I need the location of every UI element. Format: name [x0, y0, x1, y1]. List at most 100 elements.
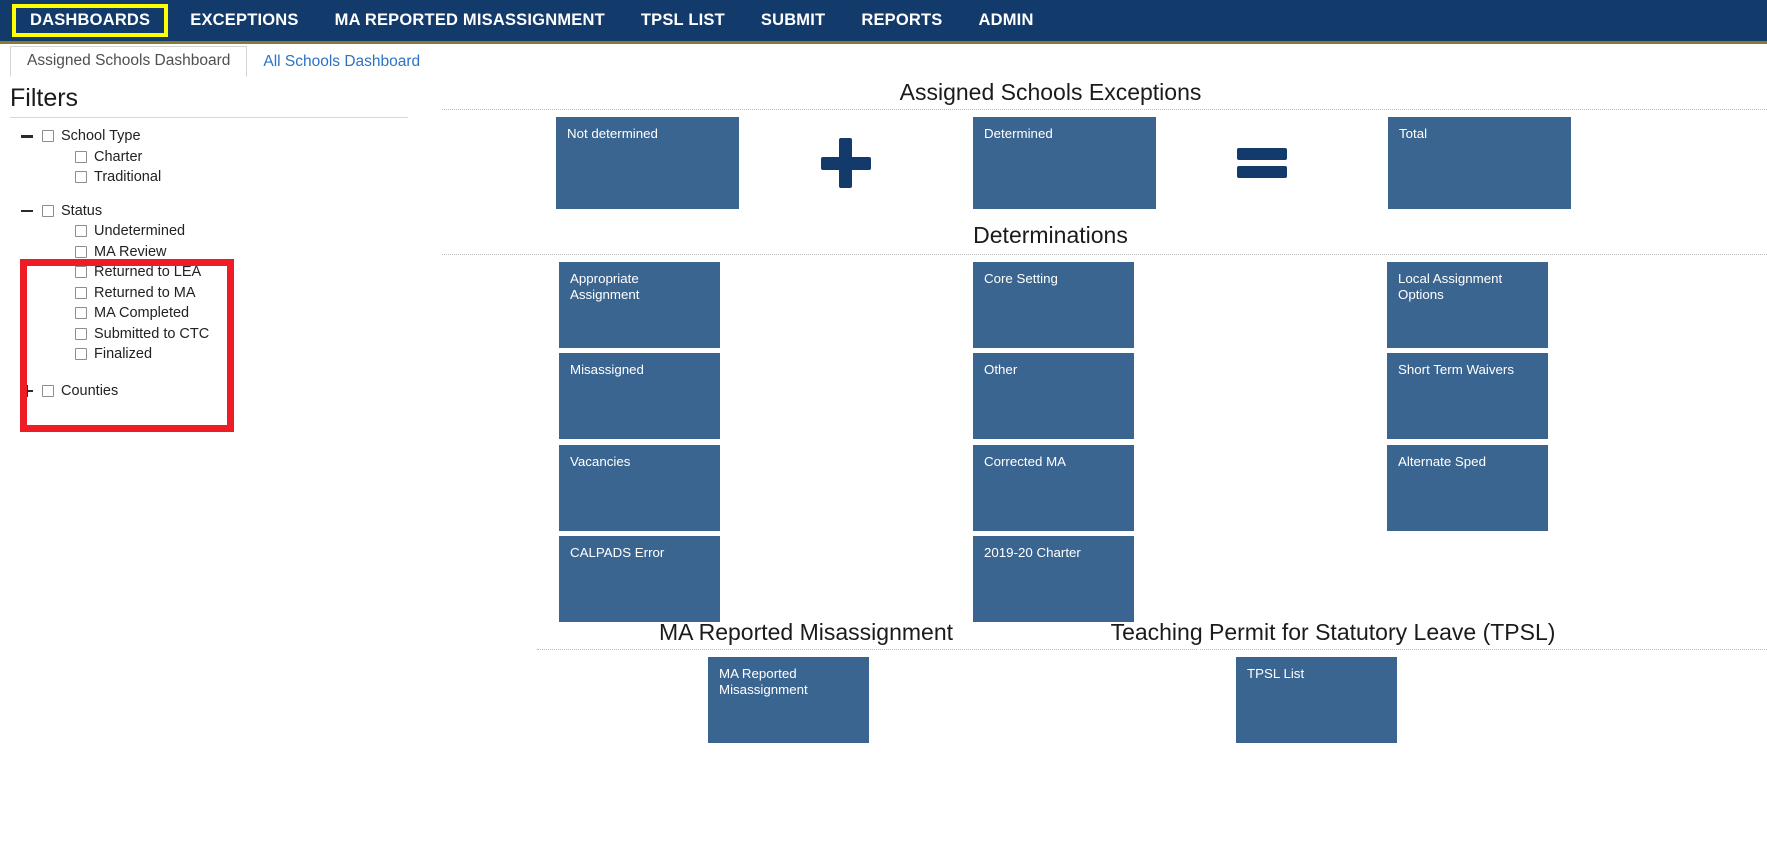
tile-ma-reported-misassignment-label: MA Reported Misassignment — [719, 666, 808, 697]
section-divider-determinations — [442, 254, 1767, 255]
tile-corrected-ma[interactable]: Corrected MA — [973, 445, 1134, 531]
tile-misassigned-label: Misassigned — [570, 362, 644, 377]
tab-all-schools-dashboard[interactable]: All Schools Dashboard — [247, 48, 436, 77]
tab-assigned-schools-dashboard[interactable]: Assigned Schools Dashboard — [10, 46, 248, 77]
tile-not-determined-label: Not determined — [567, 126, 658, 141]
tile-vacancies-label: Vacancies — [570, 454, 631, 469]
nav-item-tpsl-list-label: TPSL LIST — [640, 11, 725, 29]
tile-short-term-waivers[interactable]: Short Term Waivers — [1387, 353, 1548, 439]
filters-tree: School Type Charter Traditional Status U… — [0, 118, 470, 401]
tile-other[interactable]: Other — [973, 353, 1134, 439]
nav-item-admin-label: ADMIN — [978, 11, 1034, 29]
filter-group-status[interactable]: Status — [0, 201, 470, 222]
section-divider-ma-reported-misassignment — [537, 649, 1197, 650]
checkbox-status[interactable] — [42, 204, 54, 217]
checkbox-submitted-to-ctc[interactable] — [75, 327, 87, 340]
plus-operator-icon — [821, 138, 871, 188]
checkbox-undetermined[interactable] — [75, 225, 87, 238]
checkbox-counties[interactable] — [42, 384, 54, 397]
tile-ma-reported-misassignment[interactable]: MA Reported Misassignment — [708, 657, 869, 743]
expand-icon-counties[interactable] — [20, 384, 34, 398]
section-title-determinations: Determinations — [973, 222, 1128, 248]
filter-item-traditional[interactable]: Traditional — [0, 167, 470, 188]
tile-local-assignment-options-label: Local Assignment Options — [1398, 271, 1503, 302]
filter-item-returned-to-lea-label: Returned to LEA — [94, 264, 202, 281]
checkbox-traditional[interactable] — [75, 171, 87, 184]
equals-operator-icon — [1237, 148, 1287, 178]
filter-item-returned-to-ma-label: Returned to MA — [94, 284, 196, 301]
tile-other-label: Other — [984, 362, 1018, 377]
tile-calpads-error[interactable]: CALPADS Error — [559, 536, 720, 622]
dashboard-tab-strip: Assigned Schools Dashboard All Schools D… — [0, 46, 1767, 77]
checkbox-returned-to-lea[interactable] — [75, 266, 87, 279]
filter-item-undetermined-label: Undetermined — [94, 223, 186, 240]
tile-tpsl-list-label: TPSL List — [1247, 666, 1305, 681]
section-title-tpsl: Teaching Permit for Statutory Leave (TPS… — [1110, 619, 1556, 645]
tile-corrected-ma-label: Corrected MA — [984, 454, 1067, 469]
filter-item-returned-to-lea[interactable]: Returned to LEA — [0, 262, 470, 283]
filter-item-ma-review[interactable]: MA Review — [0, 242, 470, 263]
top-navigation-bar: DASHBOARDS EXCEPTIONS MA REPORTED MISASS… — [0, 0, 1767, 44]
collapse-icon-school-type[interactable] — [20, 129, 34, 143]
checkbox-charter[interactable] — [75, 150, 87, 163]
nav-item-admin[interactable]: ADMIN — [961, 5, 1052, 36]
tile-2019-20-charter[interactable]: 2019-20 Charter — [973, 536, 1134, 622]
checkbox-finalized[interactable] — [75, 348, 87, 361]
tile-vacancies[interactable]: Vacancies — [559, 445, 720, 531]
filter-item-finalized[interactable]: Finalized — [0, 344, 470, 365]
nav-item-ma-reported-misassignment-label: MA REPORTED MISASSIGNMENT — [334, 11, 605, 29]
checkbox-ma-completed[interactable] — [75, 307, 87, 320]
nav-item-submit-label: SUBMIT — [760, 11, 826, 29]
nav-item-exceptions[interactable]: EXCEPTIONS — [172, 5, 316, 36]
tile-not-determined[interactable]: Not determined — [556, 117, 739, 209]
filter-item-submitted-to-ctc-label: Submitted to CTC — [94, 325, 210, 342]
section-title-assigned-schools-exceptions: Assigned Schools Exceptions — [899, 79, 1202, 105]
tile-appropriate-assignment-label: Appropriate Assignment — [570, 271, 640, 302]
filter-item-ma-review-label: MA Review — [94, 243, 167, 260]
tile-alternate-sped[interactable]: Alternate Sped — [1387, 445, 1548, 531]
tile-calpads-error-label: CALPADS Error — [570, 545, 665, 560]
tile-determined-label: Determined — [984, 126, 1053, 141]
tile-core-setting-label: Core Setting — [984, 271, 1058, 286]
filter-item-returned-to-ma[interactable]: Returned to MA — [0, 283, 470, 304]
filter-item-undetermined[interactable]: Undetermined — [0, 221, 470, 242]
filter-item-ma-completed-label: MA Completed — [94, 305, 190, 322]
nav-item-ma-reported-misassignment[interactable]: MA REPORTED MISASSIGNMENT — [317, 5, 623, 36]
filter-item-traditional-label: Traditional — [94, 169, 162, 186]
filter-item-charter[interactable]: Charter — [0, 147, 470, 168]
nav-item-dashboards[interactable]: DASHBOARDS — [12, 4, 169, 37]
tile-total[interactable]: Total — [1388, 117, 1571, 209]
tile-local-assignment-options[interactable]: Local Assignment Options — [1387, 262, 1548, 348]
tile-short-term-waivers-label: Short Term Waivers — [1398, 362, 1515, 377]
filter-group-counties-label: Counties — [61, 382, 119, 399]
filter-item-charter-label: Charter — [94, 148, 143, 165]
nav-item-exceptions-label: EXCEPTIONS — [190, 11, 299, 29]
tile-tpsl-list[interactable]: TPSL List — [1236, 657, 1397, 743]
nav-item-submit[interactable]: SUBMIT — [743, 5, 843, 36]
tile-core-setting[interactable]: Core Setting — [973, 262, 1134, 348]
tile-alternate-sped-label: Alternate Sped — [1398, 454, 1486, 469]
checkbox-school-type[interactable] — [42, 130, 54, 143]
filters-panel: Filters School Type Charter Traditional … — [0, 80, 470, 844]
nav-item-reports-label: REPORTS — [861, 11, 943, 29]
filter-item-submitted-to-ctc[interactable]: Submitted to CTC — [0, 324, 470, 345]
nav-item-reports[interactable]: REPORTS — [843, 5, 960, 36]
filter-group-status-label: Status — [61, 202, 103, 219]
collapse-icon-status[interactable] — [20, 204, 34, 218]
section-divider-tpsl — [1200, 649, 1767, 650]
tile-misassigned[interactable]: Misassigned — [559, 353, 720, 439]
nav-item-dashboards-label: DASHBOARDS — [30, 11, 151, 29]
tile-appropriate-assignment[interactable]: Appropriate Assignment — [559, 262, 720, 348]
tile-total-label: Total — [1399, 126, 1428, 141]
checkbox-returned-to-ma[interactable] — [75, 286, 87, 299]
filter-item-ma-completed[interactable]: MA Completed — [0, 303, 470, 324]
tile-determined[interactable]: Determined — [973, 117, 1156, 209]
dashboard-canvas: Assigned Schools Exceptions Not determin… — [424, 76, 1767, 844]
checkbox-ma-review[interactable] — [75, 245, 87, 258]
section-divider-assigned-schools-exceptions — [442, 109, 1767, 110]
nav-item-tpsl-list[interactable]: TPSL LIST — [623, 5, 743, 36]
filters-heading: Filters — [10, 84, 79, 112]
filter-group-counties[interactable]: Counties — [0, 381, 470, 402]
filter-item-finalized-label: Finalized — [94, 346, 153, 363]
filter-group-school-type[interactable]: School Type — [0, 126, 470, 147]
